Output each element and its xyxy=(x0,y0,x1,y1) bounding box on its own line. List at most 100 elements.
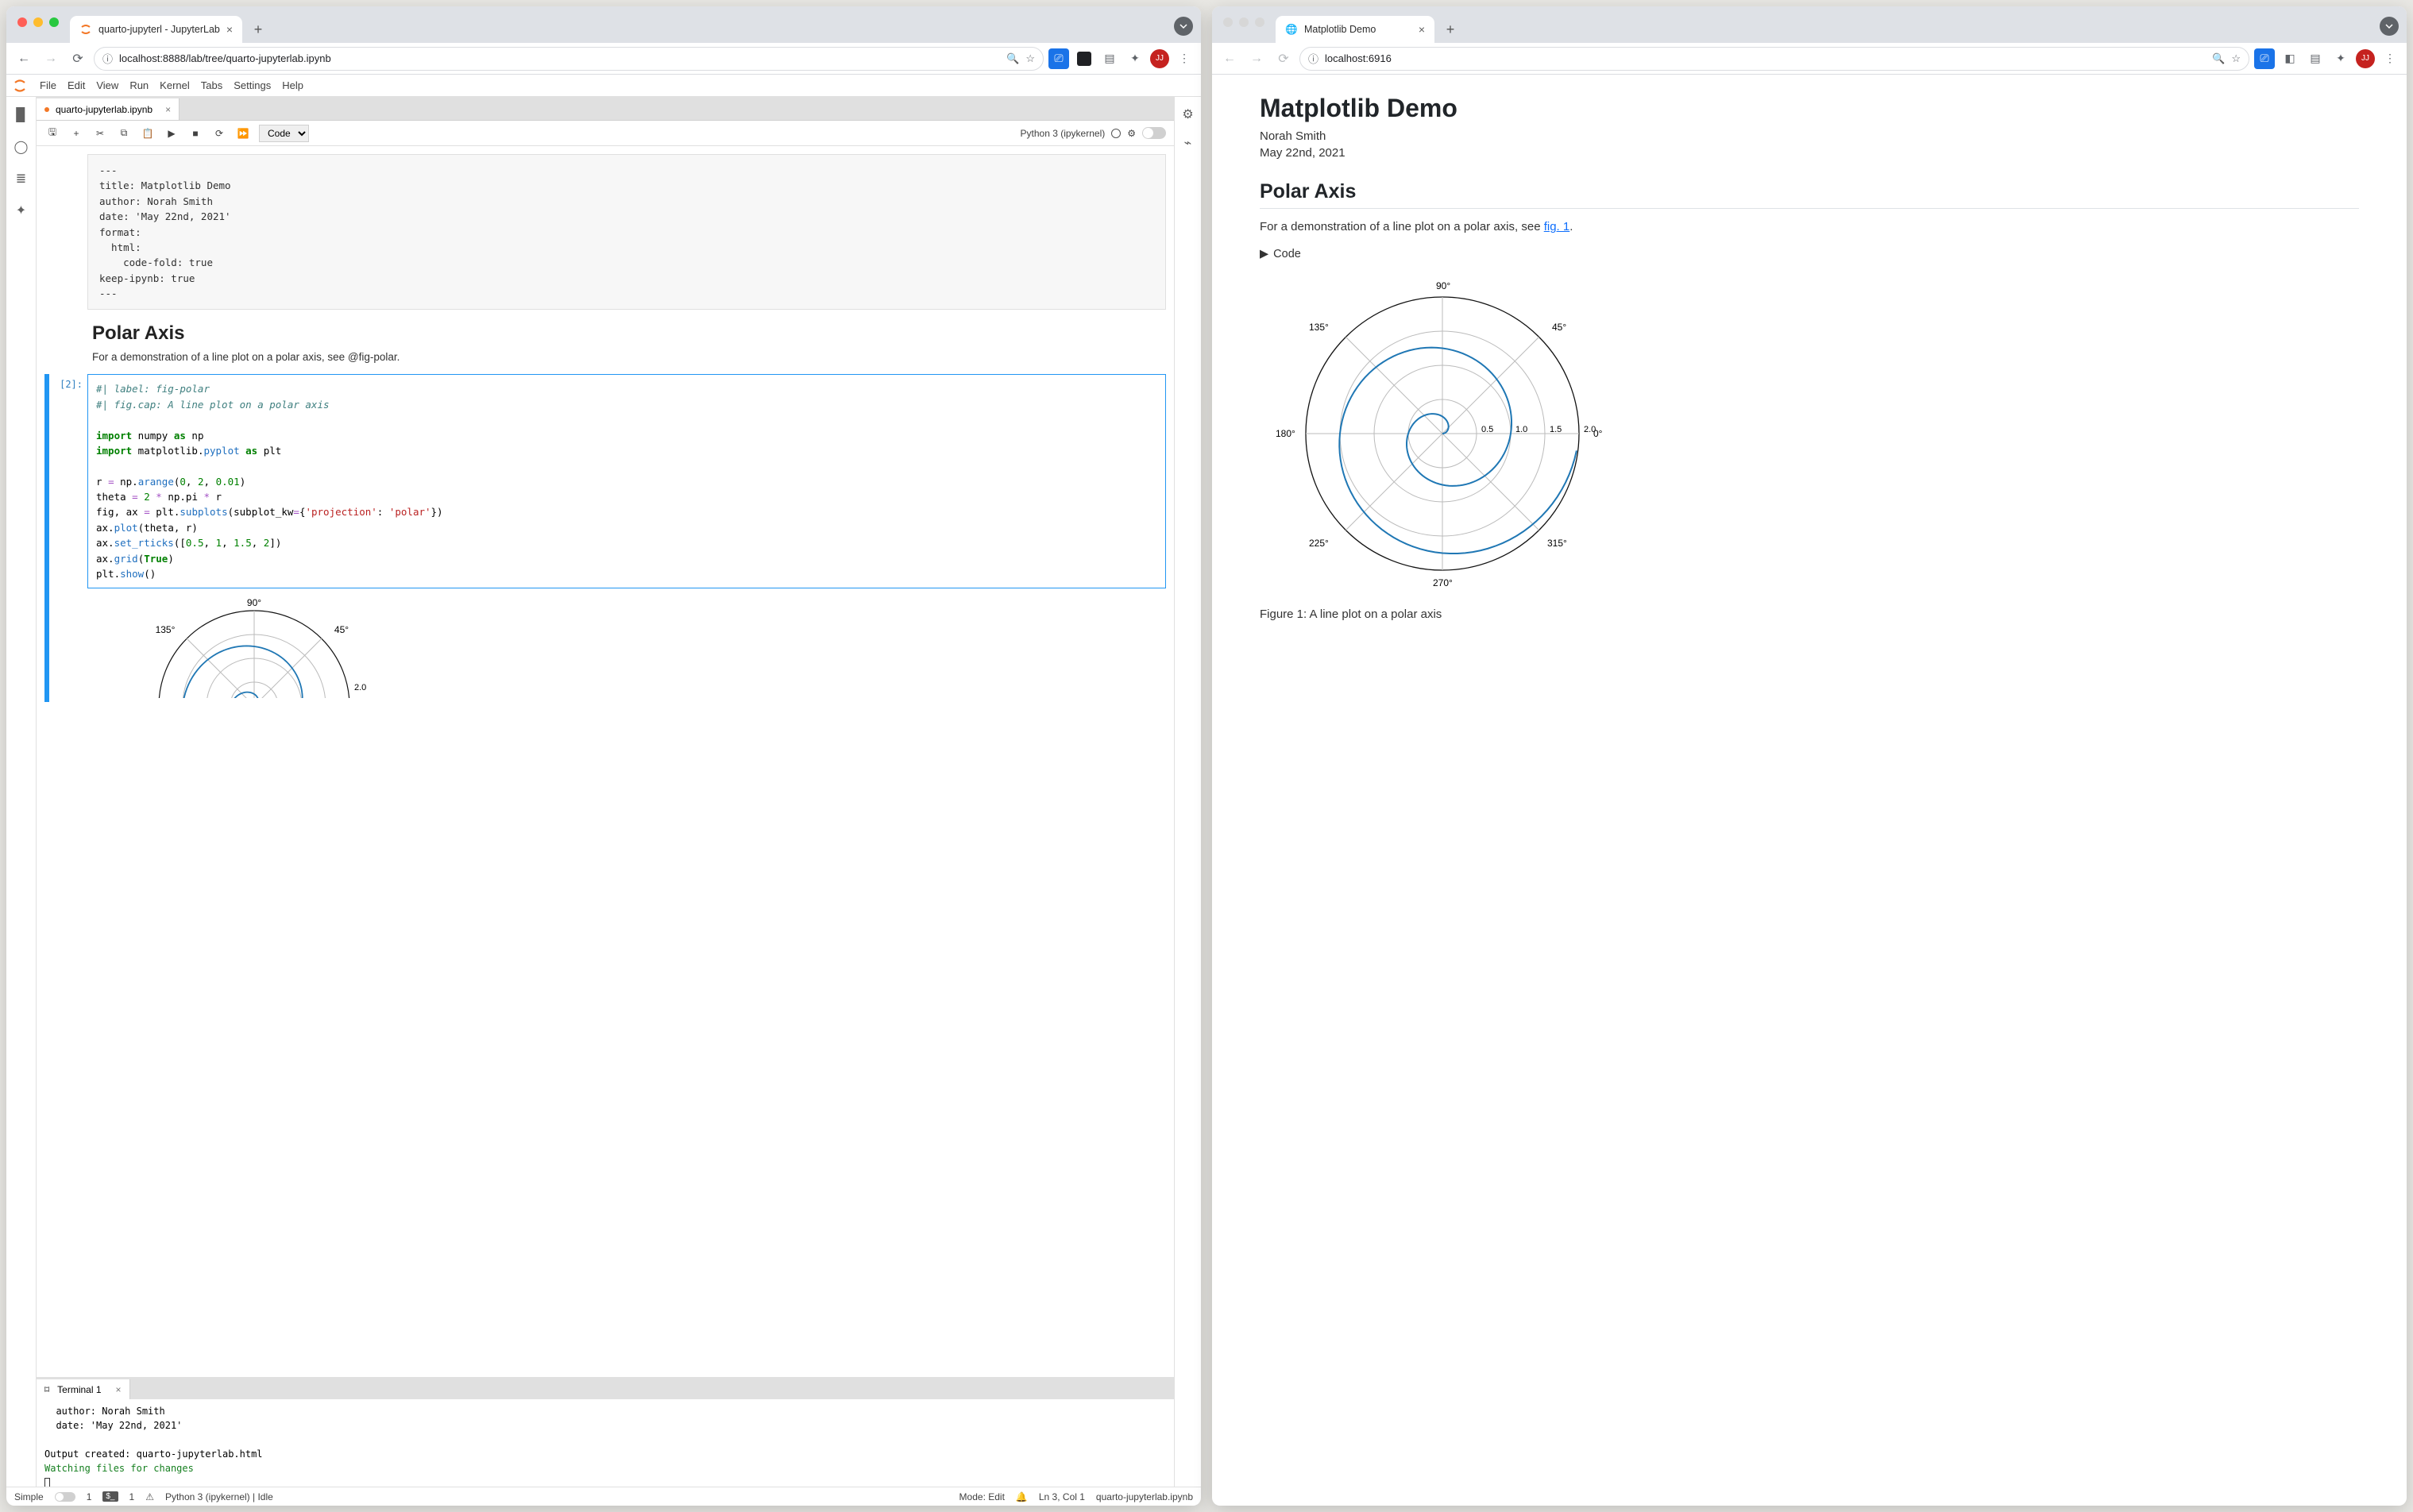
kernel-name[interactable]: Python 3 (ipykernel) xyxy=(1021,128,1106,139)
zoom-extension-icon[interactable]: ⎚ xyxy=(1048,48,1069,69)
close-window-button[interactable] xyxy=(1223,17,1233,27)
page-author: Norah Smith xyxy=(1260,129,2359,143)
status-path: quarto-jupyterlab.ipynb xyxy=(1096,1491,1193,1502)
fig-ref-link[interactable]: fig. 1 xyxy=(1544,220,1570,233)
stop-icon[interactable]: ■ xyxy=(187,128,203,139)
chrome-menu-icon[interactable]: ⋮ xyxy=(2380,48,2400,69)
forward-button[interactable]: → xyxy=(1245,48,1268,70)
reload-button[interactable]: ⟳ xyxy=(67,48,89,70)
svg-text:45°: 45° xyxy=(1552,322,1566,333)
close-doc-tab-icon[interactable]: × xyxy=(165,104,171,115)
notebook-body[interactable]: --- title: Matplotlib Demo author: Norah… xyxy=(37,146,1174,1377)
markdown-cell[interactable]: Polar Axis For a demonstration of a line… xyxy=(92,322,1166,363)
menu-view[interactable]: View xyxy=(96,79,118,91)
browser-tab[interactable]: quarto-jupyterl - JupyterLab × xyxy=(70,16,242,43)
maximize-window-button[interactable] xyxy=(1255,17,1264,27)
restart-icon[interactable]: ⟳ xyxy=(211,128,227,139)
terminal[interactable]: author: Norah Smith date: 'May 22nd, 202… xyxy=(37,1399,1174,1487)
minimize-window-button[interactable] xyxy=(1239,17,1249,27)
status-kernel[interactable]: Python 3 (ipykernel) | Idle xyxy=(165,1491,273,1502)
close-tab-icon[interactable]: × xyxy=(1419,23,1425,36)
menu-tabs[interactable]: Tabs xyxy=(201,79,222,91)
insert-cell-icon[interactable]: + xyxy=(68,128,84,139)
search-tabs-button[interactable] xyxy=(2380,17,2399,36)
file-browser-icon[interactable]: ▉ xyxy=(13,106,30,124)
url-bar: ← → ⟳ ⓘ localhost:6916 🔍 ☆ ⎚ ◧ ▤ ✦ JJ ⋮ xyxy=(1212,43,2407,75)
profile-avatar[interactable]: JJ xyxy=(2356,49,2375,68)
bookmark-icon[interactable]: ☆ xyxy=(2231,52,2241,65)
code-cell[interactable]: [2]: #| label: fig-polar #| fig.cap: A l… xyxy=(44,374,1166,588)
menu-kernel[interactable]: Kernel xyxy=(160,79,190,91)
rendered-page[interactable]: Matplotlib Demo Norah Smith May 22nd, 20… xyxy=(1212,75,2407,1506)
minimize-window-button[interactable] xyxy=(33,17,43,27)
kernel-indicator-icon[interactable]: ⚙︎ xyxy=(1127,128,1136,139)
close-terminal-icon[interactable]: × xyxy=(116,1384,122,1395)
output-collapser[interactable] xyxy=(44,588,49,702)
extension-icon[interactable]: ◧ xyxy=(2280,48,2300,69)
terminal-status-icon[interactable]: $_ xyxy=(102,1491,118,1502)
extensions-puzzle-icon[interactable]: ✦ xyxy=(2330,48,2351,69)
site-info-icon[interactable]: ⓘ xyxy=(1308,51,1318,66)
toc-icon[interactable]: ≣ xyxy=(13,170,30,187)
menu-help[interactable]: Help xyxy=(282,79,303,91)
reload-button[interactable]: ⟳ xyxy=(1272,48,1295,70)
new-tab-button[interactable]: + xyxy=(247,18,269,40)
reader-extension-icon[interactable]: ▤ xyxy=(1099,48,1120,69)
bookmark-icon[interactable]: ☆ xyxy=(1025,52,1035,65)
cell-collapser[interactable] xyxy=(44,374,49,588)
back-button[interactable]: ← xyxy=(13,48,35,70)
url-text: localhost:8888/lab/tree/quarto-jupyterla… xyxy=(119,52,331,64)
zoom-icon[interactable]: 🔍 xyxy=(1006,52,1019,65)
output-plot: 90° 135° 45° 2.0 xyxy=(87,588,1166,702)
simple-toggle[interactable] xyxy=(55,1492,75,1502)
notification-bell-icon[interactable]: 🔔 xyxy=(1016,1491,1028,1502)
raw-cell[interactable]: --- title: Matplotlib Demo author: Norah… xyxy=(87,154,1166,310)
paste-icon[interactable]: 📋 xyxy=(140,128,156,139)
run-icon[interactable]: ▶ xyxy=(164,128,180,139)
menu-settings[interactable]: Settings xyxy=(234,79,271,91)
menu-run[interactable]: Run xyxy=(129,79,149,91)
zoom-extension-icon[interactable]: ⎚ xyxy=(2254,48,2275,69)
close-tab-icon[interactable]: × xyxy=(226,23,233,36)
running-kernels-icon[interactable]: ◯ xyxy=(13,138,30,156)
reader-extension-icon[interactable]: ▤ xyxy=(2305,48,2326,69)
property-inspector-icon[interactable]: ⚙︎ xyxy=(1182,106,1193,122)
menu-edit[interactable]: Edit xyxy=(68,79,85,91)
jupyter-logo-icon[interactable] xyxy=(11,77,29,94)
profile-avatar[interactable]: JJ xyxy=(1150,49,1169,68)
copy-icon[interactable]: ⧉ xyxy=(116,127,132,139)
save-icon[interactable]: 🖫 xyxy=(44,125,60,141)
extensions-puzzle-icon[interactable]: ✦ xyxy=(1125,48,1145,69)
forward-button[interactable]: → xyxy=(40,48,62,70)
extension-manager-icon[interactable]: ✦ xyxy=(13,202,30,219)
status-mode[interactable]: Mode: Edit xyxy=(959,1491,1005,1502)
omnibox[interactable]: ⓘ localhost:6916 🔍 ☆ xyxy=(1299,47,2249,71)
menu-file[interactable]: File xyxy=(40,79,56,91)
code-editor[interactable]: #| label: fig-polar #| fig.cap: A line p… xyxy=(87,374,1166,588)
back-button[interactable]: ← xyxy=(1218,48,1241,70)
search-tabs-button[interactable] xyxy=(1174,17,1193,36)
zoom-icon[interactable]: 🔍 xyxy=(2212,52,2225,65)
site-info-icon[interactable]: ⓘ xyxy=(102,51,113,66)
terminal-tab[interactable]: ⌑ Terminal 1 × xyxy=(37,1379,130,1399)
notebook-tab[interactable]: quarto-jupyterlab.ipynb × xyxy=(37,98,180,120)
code-fold-toggle[interactable]: ▶ Code xyxy=(1260,248,2359,260)
maximize-window-button[interactable] xyxy=(49,17,59,27)
debug-toggle[interactable] xyxy=(1142,127,1166,139)
notebook-tab-title: quarto-jupyterlab.ipynb xyxy=(56,104,153,115)
browser-tab[interactable]: 🌐 Matplotlib Demo × xyxy=(1276,16,1434,43)
svg-text:135°: 135° xyxy=(1309,322,1329,333)
notification-icon[interactable]: ⚠ xyxy=(145,1491,154,1502)
omnibox[interactable]: ⓘ localhost:8888/lab/tree/quarto-jupyter… xyxy=(94,47,1044,71)
window-controls xyxy=(1223,17,1264,27)
close-window-button[interactable] xyxy=(17,17,27,27)
extension-icon[interactable] xyxy=(1074,48,1095,69)
debugger-icon[interactable]: ⌁ xyxy=(1184,135,1192,151)
celltype-select[interactable]: Code xyxy=(259,125,309,142)
cut-icon[interactable]: ✂ xyxy=(92,128,108,139)
figure-caption: Figure 1: A line plot on a polar axis xyxy=(1260,608,2359,621)
status-cursor[interactable]: Ln 3, Col 1 xyxy=(1039,1491,1085,1502)
chrome-menu-icon[interactable]: ⋮ xyxy=(1174,48,1195,69)
run-all-icon[interactable]: ⏩ xyxy=(235,128,251,139)
new-tab-button[interactable]: + xyxy=(1439,18,1461,40)
